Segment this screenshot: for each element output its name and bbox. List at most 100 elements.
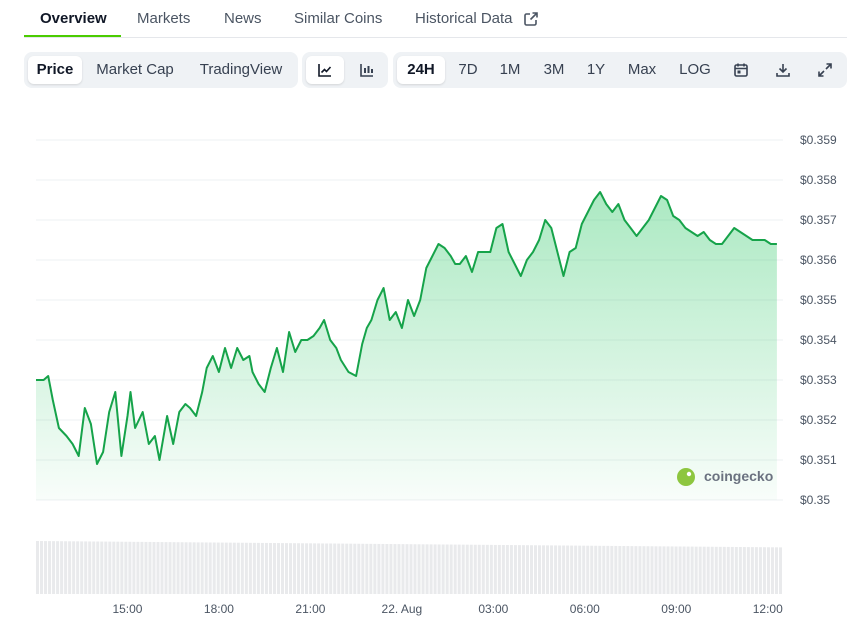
volume-bar bbox=[329, 543, 333, 594]
volume-bar bbox=[168, 542, 172, 594]
y-tick-label: $0.351 bbox=[800, 453, 837, 467]
volume-bar bbox=[128, 541, 132, 594]
volume-bar bbox=[778, 547, 782, 594]
volume-bar bbox=[385, 543, 389, 594]
volume-bar bbox=[662, 546, 666, 594]
volume-bar bbox=[602, 545, 606, 594]
price-area-fill bbox=[36, 192, 777, 500]
volume-bar bbox=[100, 541, 104, 594]
volume-bar bbox=[405, 544, 409, 594]
volume-bar bbox=[44, 541, 48, 594]
volume-bar bbox=[108, 541, 112, 594]
volume-bar bbox=[562, 545, 566, 594]
volume-bar bbox=[313, 543, 317, 594]
volume-bar bbox=[770, 547, 774, 594]
volume-bar bbox=[176, 542, 180, 594]
volume-bar bbox=[184, 542, 188, 594]
volume-bar bbox=[774, 547, 778, 594]
volume-bar bbox=[485, 544, 489, 594]
volume-bar bbox=[305, 543, 309, 594]
volume-bar bbox=[710, 546, 714, 594]
volume-bar bbox=[36, 541, 40, 594]
coingecko-logo-eye-icon bbox=[686, 471, 692, 477]
volume-bar bbox=[208, 542, 212, 594]
volume-bar bbox=[493, 544, 497, 594]
volume-bar bbox=[525, 545, 529, 594]
volume-bar bbox=[513, 545, 517, 594]
coingecko-watermark: coingecko bbox=[677, 468, 773, 486]
volume-bar bbox=[68, 541, 72, 594]
y-axis-labels: $0.359 $0.358 $0.357 $0.356 $0.355 $0.354 $0.3… bbox=[800, 133, 837, 507]
x-tick-label: 21:00 bbox=[295, 602, 325, 616]
volume-bar bbox=[445, 544, 449, 594]
volume-bar bbox=[244, 542, 248, 594]
volume-bar bbox=[441, 544, 445, 594]
volume-bar bbox=[730, 546, 734, 594]
volume-bar bbox=[144, 541, 148, 594]
volume-bar bbox=[373, 543, 377, 594]
volume-bar bbox=[421, 544, 425, 594]
volume-bar bbox=[212, 542, 216, 594]
volume-bar bbox=[48, 541, 52, 594]
volume-bar bbox=[220, 542, 224, 594]
volume-bar bbox=[666, 546, 670, 594]
volume-bar bbox=[457, 544, 461, 594]
watermark-text: coingecko bbox=[704, 468, 773, 484]
volume-bar bbox=[377, 543, 381, 594]
volume-bar bbox=[132, 541, 136, 594]
volume-bar bbox=[88, 541, 92, 594]
volume-bar bbox=[152, 542, 156, 594]
volume-bar bbox=[204, 542, 208, 594]
volume-bar bbox=[529, 545, 533, 594]
price-chart[interactable]: $0.359 $0.358 $0.357 $0.356 $0.355 $0.354 $0.3… bbox=[0, 0, 847, 630]
volume-bar bbox=[570, 545, 574, 594]
volume-bar bbox=[489, 544, 493, 594]
volume-bar bbox=[337, 543, 341, 594]
volume-bar bbox=[497, 544, 501, 594]
x-tick-label: 06:00 bbox=[570, 602, 600, 616]
volume-bar bbox=[232, 542, 236, 594]
volume-bar bbox=[638, 546, 642, 594]
volume-bar bbox=[509, 545, 513, 594]
x-tick-label: 15:00 bbox=[112, 602, 142, 616]
volume-bar bbox=[280, 543, 284, 594]
volume-bar bbox=[325, 543, 329, 594]
y-tick-label: $0.355 bbox=[800, 293, 837, 307]
volume-bar bbox=[754, 547, 758, 594]
volume-bar bbox=[104, 541, 108, 594]
volume-bar bbox=[397, 544, 401, 594]
volume-bar bbox=[252, 542, 256, 594]
y-tick-label: $0.359 bbox=[800, 133, 837, 147]
volume-bar bbox=[650, 546, 654, 594]
volume-bar bbox=[56, 541, 60, 594]
volume-bar bbox=[76, 541, 80, 594]
volume-bar bbox=[626, 546, 630, 594]
volume-bar bbox=[674, 546, 678, 594]
volume-bar bbox=[634, 546, 638, 594]
volume-bar bbox=[578, 545, 582, 594]
volume-bars bbox=[36, 541, 782, 594]
volume-bar bbox=[473, 544, 477, 594]
volume-bar bbox=[678, 546, 682, 594]
volume-bar bbox=[590, 545, 594, 594]
volume-bar bbox=[582, 545, 586, 594]
volume-bar bbox=[369, 543, 373, 594]
volume-bar bbox=[586, 545, 590, 594]
y-tick-label: $0.356 bbox=[800, 253, 837, 267]
y-tick-label: $0.352 bbox=[800, 413, 837, 427]
volume-bar bbox=[433, 544, 437, 594]
volume-bar bbox=[606, 545, 610, 594]
volume-bar bbox=[598, 545, 602, 594]
volume-bar bbox=[333, 543, 337, 594]
volume-bar bbox=[361, 543, 365, 594]
x-tick-label: 03:00 bbox=[478, 602, 508, 616]
volume-bar bbox=[618, 545, 622, 594]
volume-bar bbox=[425, 544, 429, 594]
volume-bar bbox=[260, 542, 264, 594]
volume-bar bbox=[465, 544, 469, 594]
volume-bar bbox=[393, 544, 397, 594]
y-tick-label: $0.35 bbox=[800, 493, 830, 507]
volume-bar bbox=[301, 543, 305, 594]
y-tick-label: $0.353 bbox=[800, 373, 837, 387]
volume-bar bbox=[738, 547, 742, 594]
